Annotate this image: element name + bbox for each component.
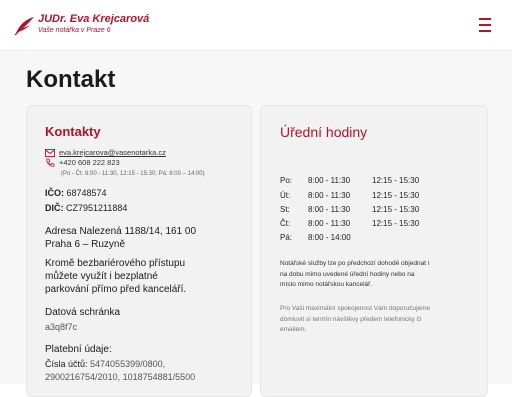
parking-line-3: parkování přímo před kanceláří. (45, 284, 187, 295)
ico-row: IČO: 68748574 (45, 188, 107, 198)
day-label: St: (280, 205, 290, 214)
contacts-title: Kontakty (45, 124, 101, 139)
office-hours-title: Úřední hodiny (280, 124, 368, 140)
phone-icon (46, 158, 55, 167)
office-hours-card: Úřední hodiny Po: 8:00 - 11:30 12:15 - 1… (260, 105, 488, 397)
booking-tip-note: Pro Vaši maximální spokojenost Vám dopor… (280, 304, 470, 336)
day-label: Čt: (280, 219, 291, 228)
payment-label: Platební údaje: (45, 344, 112, 355)
dic-label: DIČ: (45, 203, 64, 213)
parking-line-2: můžete využít i bezplatné (45, 271, 158, 282)
phone-number[interactable]: +420 608 222 823 (59, 158, 120, 167)
day-label: Út: (280, 191, 291, 200)
menu-bar-icon (479, 30, 491, 32)
hours-afternoon: 12:15 - 15:30 (372, 219, 420, 228)
appointment-note: Notářské služby lze po předchozí dohodě … (280, 259, 470, 291)
hamburger-menu-button[interactable] (476, 16, 494, 34)
databox-label: Datová schránka (45, 307, 121, 318)
hours-morning: 8:00 - 11:30 (308, 219, 351, 228)
page-title: Kontakt (26, 66, 116, 93)
dic-row: DIČ: CZ7951211884 (45, 203, 127, 213)
site-header: JUDr. Eva Krejcarová Vaše notářka v Praz… (0, 0, 512, 51)
account-line-1: 5474055399/0800, (87, 359, 166, 369)
hours-afternoon: 12:15 - 15:30 (372, 205, 420, 214)
hours-morning: 8:00 - 14:00 (308, 233, 351, 242)
ico-label: IČO: (45, 188, 64, 198)
hours-afternoon: 12:15 - 15:30 (372, 191, 420, 200)
contacts-card: Kontakty eva.krejcarova@vasenotarka.cz +… (26, 105, 252, 397)
day-label: Pá: (280, 233, 293, 242)
day-label: Po: (280, 176, 293, 185)
menu-bar-icon (479, 24, 491, 26)
ico-value: 68748574 (66, 188, 107, 198)
menu-bar-icon (479, 18, 491, 20)
note-line: emailem. (280, 326, 307, 333)
account-row: Čísla účtů: 5474055399/0800, (45, 359, 165, 369)
note-line: na dobu mimo uvedené úřední hodiny nebo … (280, 270, 415, 278)
address-line-2: Praha 6 – Ruzyně (45, 239, 126, 250)
hours-morning: 8:00 - 11:30 (308, 191, 351, 200)
phone-hours: (Po - Čt: 8:00 - 11:30, 12:15 - 15:30; P… (61, 171, 205, 177)
address-line-1: Adresa Nalezená 1188/14, 161 00 (45, 226, 197, 237)
note-line: domluvit si termín návštěvy předem telef… (280, 315, 422, 323)
hours-afternoon: 12:15 - 15:30 (372, 176, 420, 185)
parking-line-1: Kromě bezbariérového přístupu (45, 258, 186, 269)
databox-value: a3q8f7c (45, 322, 78, 332)
account-line-2: 2900216754/2010, 1018754881/5500 (45, 372, 196, 382)
email-link[interactable]: eva.krejcarova@vasenotarka.cz (59, 148, 166, 157)
site-tagline: Vaše notářka v Praze 6 (38, 27, 111, 34)
note-line: místo mimo notářskou kancelář. (280, 281, 373, 288)
site-name[interactable]: JUDr. Eva Krejcarová (38, 13, 149, 25)
note-line: Notářské služby lze po předchozí dohodě … (280, 260, 430, 267)
hours-morning: 8:00 - 11:30 (308, 176, 351, 185)
note-line: Pro Vaši maximální spokojenost Vám dopor… (280, 305, 431, 312)
account-label: Čísla účtů: (45, 359, 88, 369)
quill-logo-icon[interactable] (14, 14, 36, 36)
dic-value: CZ7951211884 (66, 203, 128, 213)
hours-morning: 8:00 - 11:30 (308, 205, 351, 214)
envelope-icon (45, 149, 55, 157)
